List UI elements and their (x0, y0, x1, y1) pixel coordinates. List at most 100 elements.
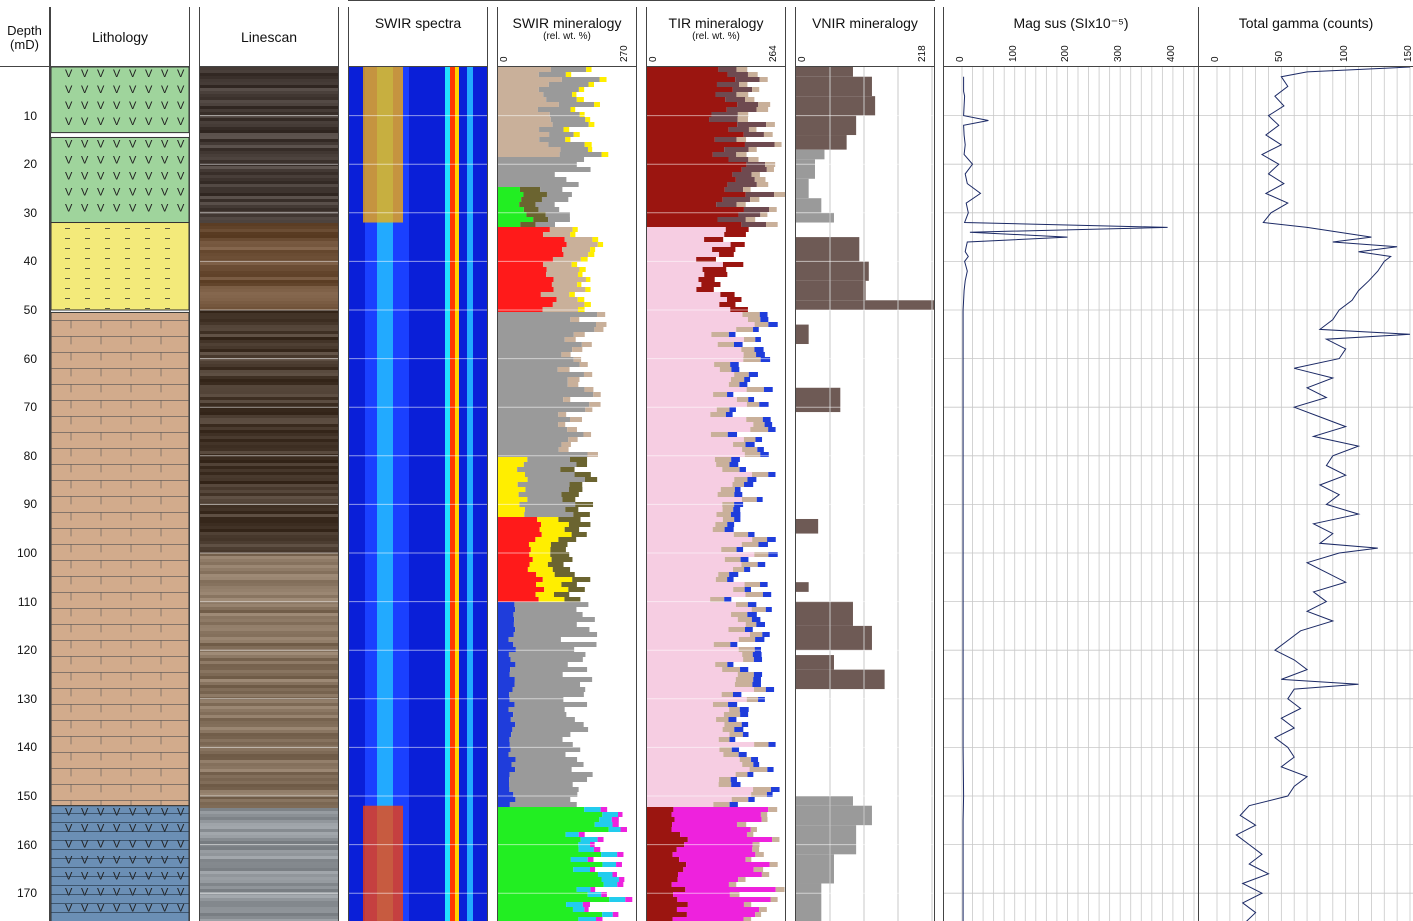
linescan-strip (200, 532, 338, 535)
mineral-bar (647, 732, 730, 737)
mineral-bar (737, 617, 752, 622)
mineral-bar (563, 397, 571, 402)
mineral-bar (647, 157, 729, 162)
mineral-bar (728, 382, 740, 387)
mineral-bar (647, 647, 739, 652)
linescan-strip (200, 700, 338, 703)
mineral-bar (498, 107, 538, 112)
mineral-bar (498, 407, 586, 412)
mineral-bar (498, 477, 528, 482)
mineral-bar (729, 572, 739, 577)
mineral-bar (498, 152, 560, 157)
mineral-bar (498, 297, 557, 302)
magsus-title: Mag sus (SIx10⁻⁵) (1013, 15, 1129, 31)
mineral-bar (525, 507, 566, 512)
mineral-bar (735, 177, 755, 182)
linescan-strip (200, 334, 338, 337)
linescan-strip (200, 76, 338, 79)
spectra-anomaly (363, 67, 403, 223)
mineral-bar (498, 827, 609, 832)
lithology-v-symbol: V (97, 154, 105, 166)
mineral-bar (647, 837, 688, 842)
mineral-bar (529, 562, 548, 567)
mineral-bar (758, 697, 765, 702)
mineral-bar (558, 102, 595, 107)
mineral-bar (647, 342, 718, 347)
linescan-strip (200, 412, 338, 415)
linescan-strip (200, 787, 338, 790)
lithology-v-symbol: V (129, 186, 137, 198)
linescan-strip (200, 469, 338, 472)
mineral-bar (567, 377, 580, 382)
mineral-bar (527, 567, 553, 572)
mineral-bar (673, 807, 769, 812)
mineral-bar (573, 512, 590, 517)
lithology-v-symbol: V (177, 116, 185, 128)
mineral-bar (743, 337, 756, 342)
mineral-bar (647, 352, 744, 357)
mineral-bar (561, 77, 600, 82)
mineral-bar (647, 197, 723, 202)
swir-tick-0: 0 (499, 56, 510, 62)
mineral-bar (523, 192, 547, 197)
linescan-strip (200, 886, 338, 889)
linescan-strip (200, 205, 338, 208)
linescan-strip (200, 151, 338, 154)
mineral-bar (745, 622, 757, 627)
lithology-v-symbol: V (129, 68, 137, 80)
mineral-bar (753, 687, 766, 692)
mineral-bar (584, 142, 592, 147)
mineral-bar (647, 67, 719, 72)
mineral-bar (535, 592, 554, 597)
lithology-v-symbol: V (145, 84, 153, 96)
lithology-v-symbol: V (129, 138, 137, 150)
mineral-bar (752, 87, 760, 92)
mineral-bar (647, 897, 678, 902)
linescan-strip (200, 736, 338, 739)
linescan-strip (200, 754, 338, 757)
tir-mineralogy-title: TIR mineralogy (668, 15, 764, 31)
mineral-bar (647, 672, 738, 677)
linescan-strip (200, 265, 338, 268)
mineral-bar (718, 572, 730, 577)
mineral-bar (524, 512, 574, 517)
linescan-strip (200, 418, 338, 421)
mineral-bar (722, 467, 740, 472)
mineral-bar (758, 102, 771, 107)
depth-tick-label: 50 (23, 303, 37, 317)
mineral-bar (498, 557, 533, 562)
lithology-v-symbol: V (81, 202, 89, 214)
mineral-bar (625, 897, 633, 902)
mineral-bar (498, 687, 513, 692)
mineral-bar (512, 687, 586, 692)
mineral-bar (647, 877, 678, 882)
mineral-bar (743, 207, 770, 212)
mineral-bar (647, 232, 725, 237)
linescan-strip (200, 832, 338, 835)
mineral-bar (560, 147, 588, 152)
mineral-bar (612, 912, 619, 917)
linescan-strip (200, 691, 338, 694)
swir-spectra-image (349, 67, 487, 921)
mineral-bar (550, 547, 566, 552)
mineral-bar (737, 122, 767, 127)
mineral-bar (751, 172, 760, 177)
lithology-v-symbol: V (97, 138, 105, 150)
mineral-bar (756, 622, 766, 627)
linescan-strip (200, 109, 338, 112)
mineral-bar (578, 847, 594, 852)
mineral-bar (594, 327, 604, 332)
mineral-bar (498, 672, 510, 677)
linescan-strip (200, 355, 338, 358)
mineral-bar (755, 637, 765, 642)
mineral-bar (498, 512, 525, 517)
mineral-bar (498, 292, 541, 297)
mineral-bar (736, 152, 747, 157)
lithology-v-symbol: V (65, 100, 73, 112)
spectra-band (473, 67, 487, 921)
mineral-bar (733, 532, 749, 537)
mineral-bar (736, 397, 749, 402)
mineral-bar (647, 337, 744, 342)
linescan-strip (200, 304, 338, 307)
mineral-bar (751, 757, 759, 762)
